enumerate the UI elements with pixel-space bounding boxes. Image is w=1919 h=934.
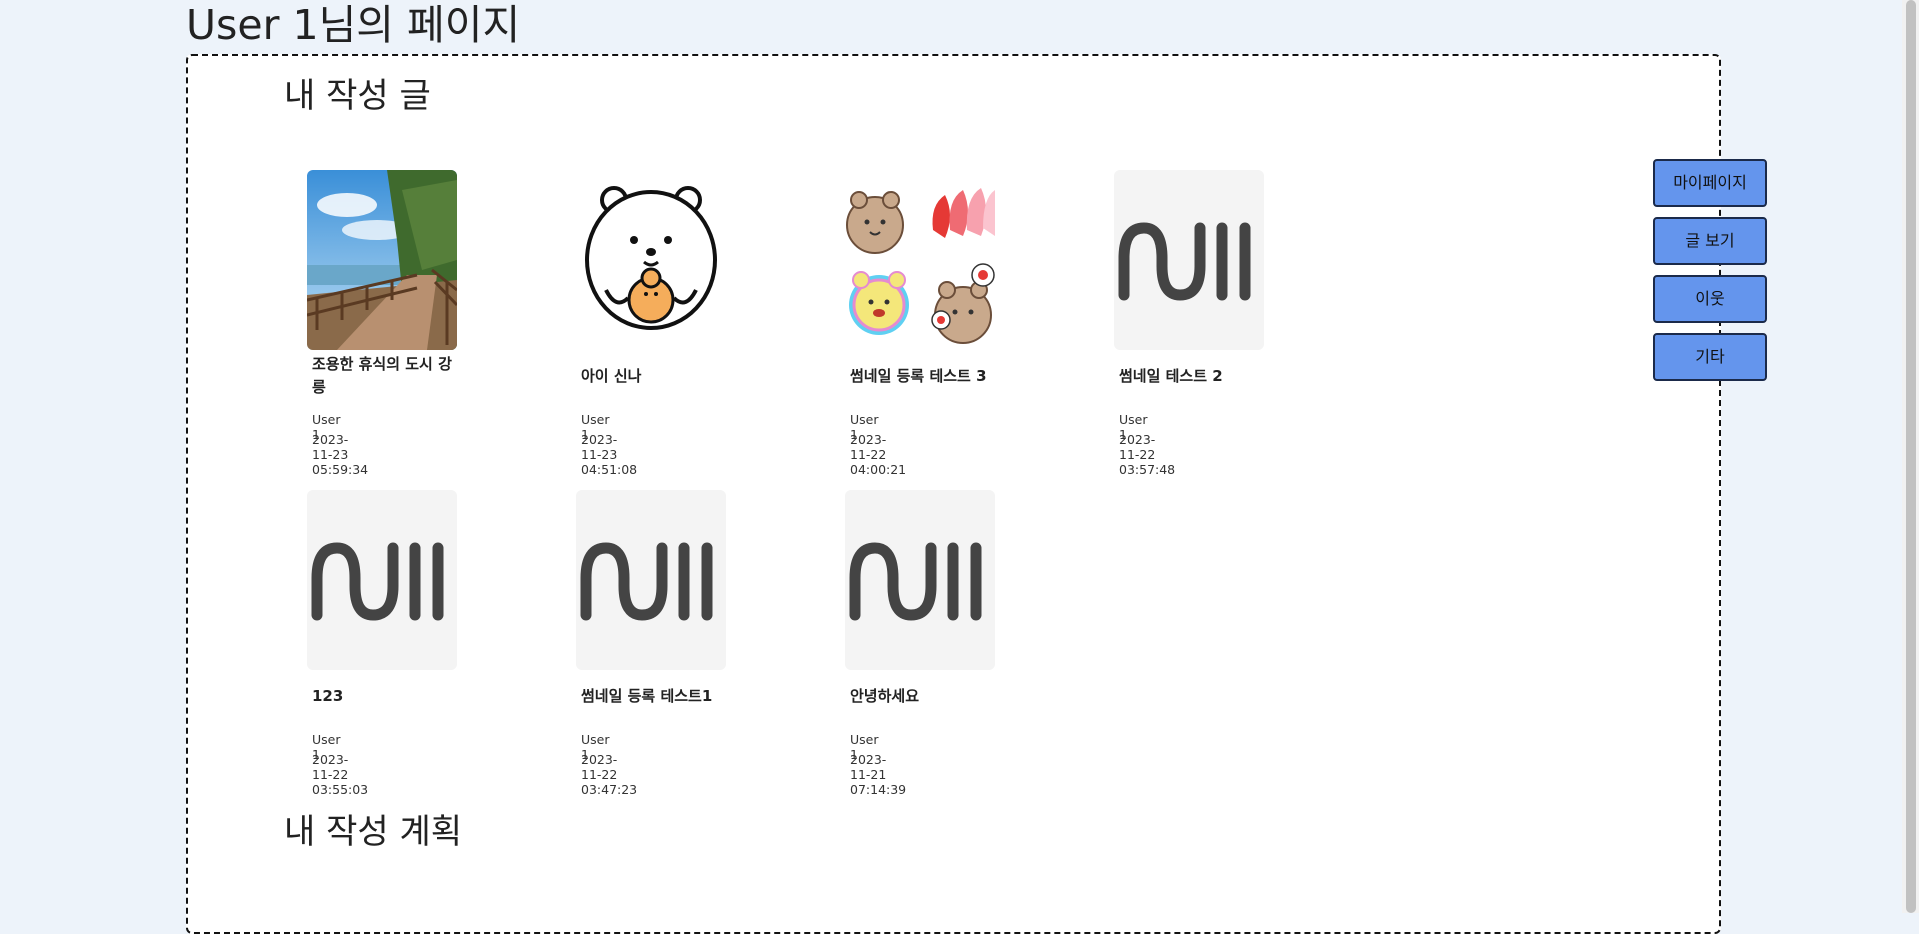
post-title[interactable]: 썸네일 테스트 2 <box>1119 352 1259 400</box>
section-title-my-posts: 내 작성 글 <box>284 76 431 116</box>
post-thumbnail-null <box>307 490 457 670</box>
post-thumbnail-null <box>1114 170 1264 350</box>
post-title[interactable]: 조용한 휴식의 도시 강릉 <box>312 352 452 400</box>
bear-character-icon <box>585 186 717 330</box>
post-date: 2023-11-23 05:59:34 <box>312 432 369 477</box>
null-logo-icon <box>849 542 982 621</box>
post-card[interactable]: 썸네일 등록 테스트 3 User 1 2023-11-22 04:00:21 <box>726 170 995 477</box>
post-date: 2023-11-22 03:57:48 <box>1119 432 1176 477</box>
vertical-scrollbar[interactable] <box>1902 0 1919 913</box>
post-card[interactable]: 조용한 휴식의 도시 강릉 User 1 2023-11-23 05:59:34 <box>188 170 457 477</box>
null-logo-icon <box>311 542 444 621</box>
side-nav: 마이페이지 글 보기 이웃 기타 <box>1653 159 1767 381</box>
null-logo-icon <box>1118 222 1251 301</box>
post-thumbnail-null <box>845 490 995 670</box>
neighbors-button[interactable]: 이웃 <box>1653 275 1767 323</box>
main-panel: 내 작성 글 조용한 휴식의 도시 강릉 User 1 2023-11-23 0… <box>186 54 1721 934</box>
post-card[interactable]: 안녕하세요 User 1 2023-11-21 07:14:39 <box>726 490 995 797</box>
seaside-boardwalk-image <box>307 170 457 350</box>
post-date: 2023-11-22 03:47:23 <box>581 752 638 797</box>
scrollbar-thumb[interactable] <box>1906 0 1916 913</box>
sticker-collage-image <box>846 188 995 344</box>
post-thumbnail-stickers <box>845 170 995 350</box>
post-title[interactable]: 썸네일 등록 테스트1 <box>581 672 721 720</box>
post-title[interactable]: 아이 신나 <box>581 352 721 400</box>
view-posts-button[interactable]: 글 보기 <box>1653 217 1767 265</box>
post-title[interactable]: 썸네일 등록 테스트 3 <box>850 352 990 400</box>
post-card[interactable]: 썸네일 등록 테스트1 User 1 2023-11-22 03:47:23 <box>457 490 726 797</box>
section-title-my-plans: 내 작성 계획 <box>284 812 463 852</box>
post-thumbnail-illustration <box>576 170 726 350</box>
post-date: 2023-11-21 07:14:39 <box>850 752 907 797</box>
etc-button[interactable]: 기타 <box>1653 333 1767 381</box>
post-thumbnail-null <box>576 490 726 670</box>
post-date: 2023-11-22 04:00:21 <box>850 432 907 477</box>
post-date: 2023-11-23 04:51:08 <box>581 432 638 477</box>
post-card[interactable]: 썸네일 테스트 2 User 1 2023-11-22 03:57:48 <box>995 170 1264 477</box>
post-thumbnail-photo <box>307 170 457 350</box>
post-card[interactable]: 아이 신나 User 1 2023-11-23 04:51:08 <box>457 170 726 477</box>
page-title: User 1님의 페이지 <box>186 1 521 49</box>
null-logo-icon <box>580 542 713 621</box>
post-title[interactable]: 123 <box>312 672 452 720</box>
post-date: 2023-11-22 03:55:03 <box>312 752 369 797</box>
mypage-button[interactable]: 마이페이지 <box>1653 159 1767 207</box>
post-title[interactable]: 안녕하세요 <box>850 672 990 720</box>
post-card[interactable]: 123 User 1 2023-11-22 03:55:03 <box>188 490 457 797</box>
